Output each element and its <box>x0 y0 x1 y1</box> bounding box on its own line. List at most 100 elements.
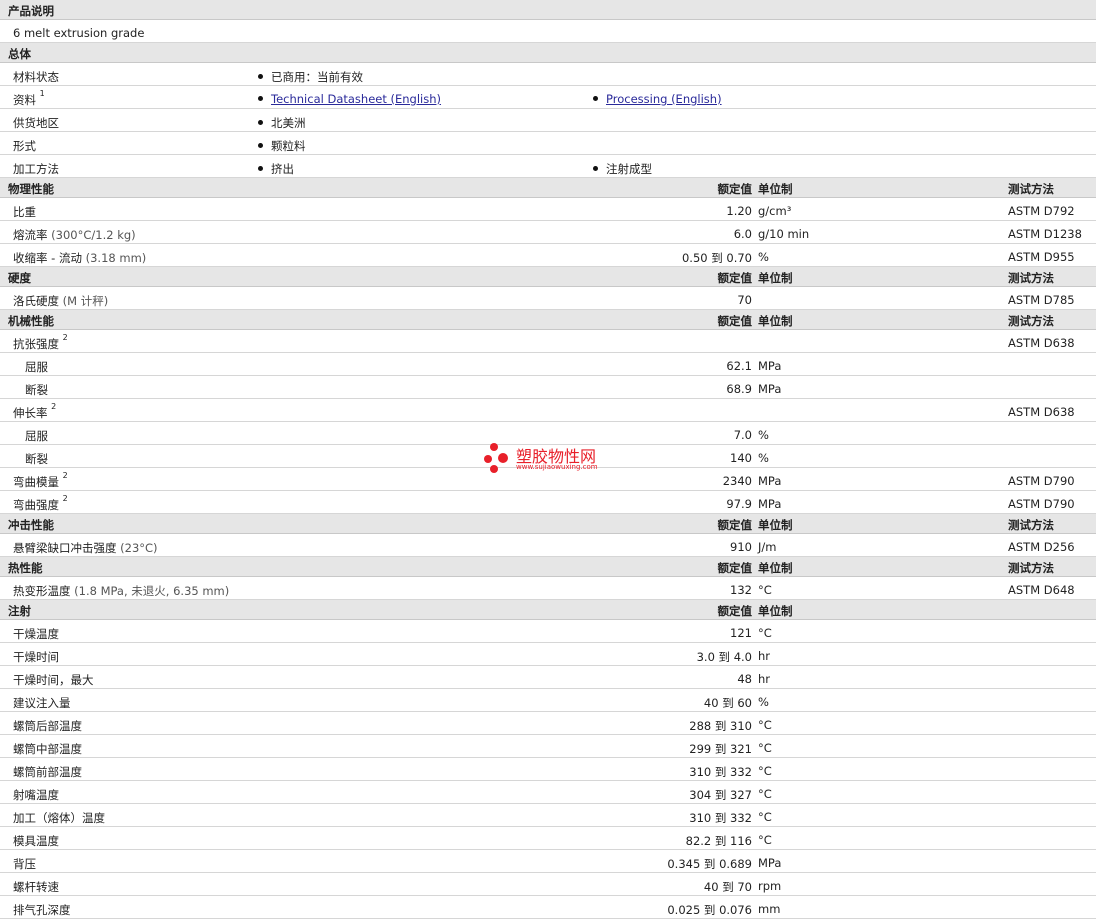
property-unit: MPa <box>758 382 782 396</box>
property-unit: rpm <box>758 879 782 893</box>
section-injection: 注射 额定值 单位制 干燥温度 121 °C 干燥时间 3.0 到 4.0 hr 干燥时间，最大 4… <box>0 600 1096 919</box>
general-value: 已商用：当前有效 <box>271 70 363 84</box>
property-row: 干燥温度 121 °C <box>0 620 1096 643</box>
property-value: 140 <box>730 451 752 465</box>
general-bullet: 注射成型 <box>593 161 652 177</box>
property-label: 螺筒后部温度 <box>13 718 82 734</box>
column-header-method: 测试方法 <box>1008 182 1054 196</box>
test-method: ASTM D256 <box>1008 540 1075 554</box>
section-header-description: 产品说明 <box>0 0 1096 20</box>
property-row: 干燥时间，最大 48 hr <box>0 666 1096 689</box>
column-header-value: 额定值 <box>717 182 753 196</box>
watermark-logo: 塑胶物性网 www.sujiaowuxing.com <box>484 441 614 477</box>
property-condition: (M 计秤) <box>62 294 109 308</box>
description-row: 6 melt extrusion grade <box>0 20 1096 43</box>
property-unit: °C <box>758 810 772 824</box>
property-unit: MPa <box>758 856 782 870</box>
property-name: 螺杆转速 <box>13 880 59 894</box>
test-method: ASTM D648 <box>1008 583 1075 597</box>
datasheet-link[interactable]: Processing (English) <box>606 92 722 106</box>
property-name: 伸长率 <box>13 406 48 420</box>
property-label: 干燥时间，最大 <box>13 672 94 688</box>
property-unit: % <box>758 250 769 264</box>
test-method: ASTM D792 <box>1008 204 1075 218</box>
property-unit: °C <box>758 583 772 597</box>
general-label: 供货地区 <box>13 115 59 131</box>
property-unit: °C <box>758 741 772 755</box>
property-label: 螺筒中部温度 <box>13 741 82 757</box>
property-value: 40 到 70 <box>703 880 752 894</box>
property-row: 建议注入量 40 到 60% <box>0 689 1096 712</box>
general-row: 供货地区 北美洲 <box>0 109 1096 132</box>
property-row: 排气孔深度 0.025 到 0.076 mm <box>0 896 1096 919</box>
bullet-icon <box>258 74 263 79</box>
general-bullet: Technical Datasheet (English) <box>258 92 441 106</box>
general-rows: 材料状态 已商用：当前有效资料 1 Technical Datasheet (Eng… <box>0 63 1096 178</box>
column-header-unit: 单位制 <box>758 314 793 328</box>
bullet-icon <box>258 143 263 148</box>
column-header-method: 测试方法 <box>1008 314 1054 328</box>
test-method: ASTM D955 <box>1008 250 1075 264</box>
footnote-marker: 2 <box>62 494 68 503</box>
column-header-value: 额定值 <box>717 604 753 618</box>
column-header-unit: 单位制 <box>758 561 793 575</box>
general-value: 挤出 <box>271 162 294 176</box>
column-header-method: 测试方法 <box>1008 518 1054 532</box>
property-label: 热变形温度 (1.8 MPa, 未退火, 6.35 mm) <box>13 583 229 599</box>
general-label-text: 形式 <box>13 139 36 153</box>
test-method: ASTM D790 <box>1008 474 1075 488</box>
property-value: 2340 <box>722 474 752 488</box>
property-name: 熔流率 <box>13 228 48 242</box>
general-label: 资料 1 <box>13 89 45 108</box>
property-row: 熔流率 (300°C/1.2 kg) 6.0 g/10 min ASTM D1238 <box>0 221 1096 244</box>
property-row: 加工（熔体）温度 310 到 332 °C <box>0 804 1096 827</box>
property-row: 螺筒前部温度 310 到 332 °C <box>0 758 1096 781</box>
property-value: 48 <box>737 672 752 686</box>
property-label: 模具温度 <box>13 833 59 849</box>
property-unit: % <box>758 695 769 709</box>
general-row: 资料 1 Technical Datasheet (English) Process… <box>0 86 1096 109</box>
property-value: 0.50 到 0.70 <box>681 251 752 265</box>
property-unit: g/cm³ <box>758 204 792 218</box>
column-header-value: 额定值 <box>717 314 753 328</box>
property-row: 模具温度 82.2 到 116 °C <box>0 827 1096 850</box>
property-row: 螺杆转速 40 到 70 rpm <box>0 873 1096 896</box>
general-row: 形式 颗粒料 <box>0 132 1096 155</box>
property-row: 背压 0.345 到 0.689 MPa <box>0 850 1096 873</box>
section-title: 物理性能 <box>8 182 54 196</box>
column-header-method: 测试方法 <box>1008 271 1054 285</box>
section-hardness: 硬度 额定值 单位制 测试方法 洛氏硬度 (M 计秤) 70 ASTM D785 <box>0 267 1096 310</box>
general-bullet: 已商用：当前有效 <box>258 69 363 85</box>
property-name: 弯曲模量 <box>13 475 59 489</box>
property-unit: °C <box>758 787 772 801</box>
general-label: 材料状态 <box>13 69 59 85</box>
property-unit: mm <box>758 902 781 916</box>
property-row: 洛氏硬度 (M 计秤) 70 ASTM D785 <box>0 287 1096 310</box>
property-name: 比重 <box>13 205 36 219</box>
property-value: 299 到 321 <box>689 742 752 756</box>
property-value: 70 <box>737 293 752 307</box>
section-header-injection: 注射 额定值 单位制 <box>0 600 1096 620</box>
column-header-value: 额定值 <box>717 518 753 532</box>
datasheet-link[interactable]: Technical Datasheet (English) <box>271 92 441 106</box>
property-name: 螺筒后部温度 <box>13 719 82 733</box>
description-text: 6 melt extrusion grade <box>13 26 145 40</box>
property-label: 伸长率 2 <box>13 402 56 421</box>
section-header-hardness: 硬度 额定值 单位制 测试方法 <box>0 267 1096 287</box>
property-value: 132 <box>730 583 752 597</box>
property-name: 屈服 <box>25 429 48 443</box>
property-label: 干燥温度 <box>13 626 59 642</box>
property-label: 屈服 <box>25 359 48 375</box>
property-label: 收缩率 - 流动 (3.18 mm) <box>13 250 146 266</box>
general-value: 颗粒料 <box>271 139 306 153</box>
section-title: 产品说明 <box>8 4 54 18</box>
property-name: 屈服 <box>25 360 48 374</box>
property-name: 螺筒前部温度 <box>13 765 82 779</box>
property-label: 加工（熔体）温度 <box>13 810 105 826</box>
property-unit: MPa <box>758 474 782 488</box>
property-name: 射嘴温度 <box>13 788 59 802</box>
property-label: 背压 <box>13 856 36 872</box>
section-physical: 物理性能 额定值 单位制 测试方法 比重 1.20 g/cm³ ASTM D792 熔流率 (3… <box>0 178 1096 267</box>
test-method: ASTM D638 <box>1008 336 1075 350</box>
property-unit: MPa <box>758 497 782 511</box>
